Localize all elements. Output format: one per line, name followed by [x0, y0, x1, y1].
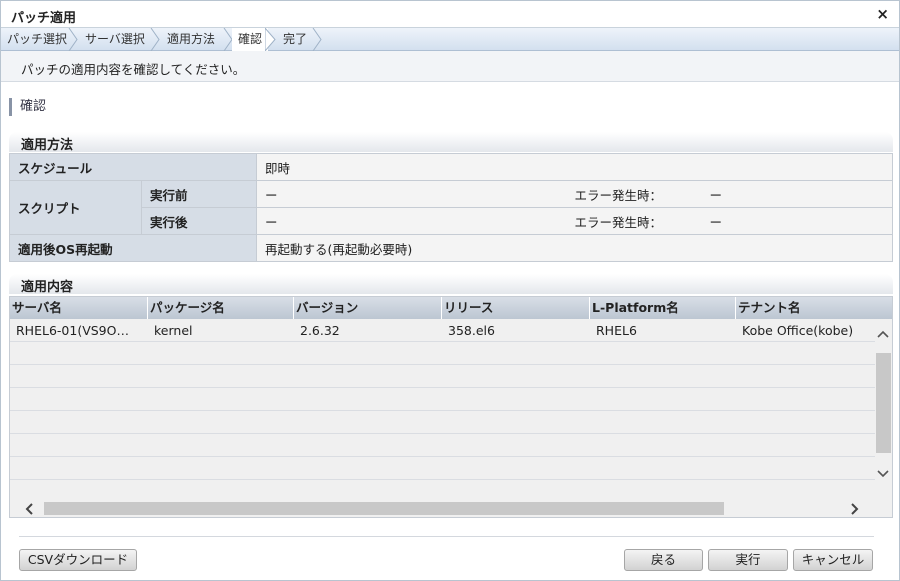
col-version[interactable]: バージョン	[294, 297, 442, 319]
step-separator-active-icon	[265, 28, 276, 51]
method-table: スケジュール 即時 スクリプト 実行前 ー エラー発生時： ー 実行後 ー エラー…	[9, 153, 893, 262]
csv-download-button[interactable]: CSVダウンロード	[19, 549, 137, 571]
method-group-header: 適用方法	[9, 132, 893, 153]
step-separator-icon	[150, 28, 160, 51]
horizontal-scroll-thumb[interactable]	[44, 502, 724, 515]
pre-error-label: エラー発生時：	[574, 187, 663, 203]
chevron-up-icon[interactable]	[877, 329, 889, 339]
empty-row	[10, 411, 876, 434]
cell-server-name: RHEL6-01(VS9O…	[16, 323, 129, 338]
step-separator-icon	[68, 28, 78, 51]
post-script-value: ー	[256, 207, 567, 235]
cell-lplatform-name: RHEL6	[596, 323, 637, 338]
instruction-message: パッチの適用内容を確認してください。	[21, 62, 246, 77]
dialog-title: パッチ適用	[11, 11, 77, 26]
cell-version: 2.6.32	[300, 323, 340, 338]
schedule-label: スケジュール	[9, 153, 257, 181]
col-lplatform-name[interactable]: L-Platform名	[590, 297, 736, 319]
reboot-label: 適用後OS再起動	[9, 234, 257, 262]
pre-script-value: ー	[256, 180, 567, 208]
empty-row	[10, 365, 876, 388]
schedule-value: 即時	[256, 153, 893, 181]
empty-row	[10, 434, 876, 457]
cell-package-name: kernel	[154, 323, 193, 338]
col-release[interactable]: リリース	[442, 297, 590, 319]
grid-header: サーバ名 パッケージ名 バージョン リリース L-Platform名 テナント名	[10, 297, 892, 319]
post-error-cell: エラー発生時： ー	[566, 207, 893, 235]
content-grid[interactable]: サーバ名 パッケージ名 バージョン リリース L-Platform名 テナント名…	[9, 296, 893, 518]
wizard-steps: パッチ選択 サーバ選択 適用方法 確認 完了	[1, 28, 899, 51]
col-tenant-name[interactable]: テナント名	[736, 297, 892, 319]
back-button[interactable]: 戻る	[624, 549, 703, 571]
post-error-value: ー	[709, 214, 723, 230]
horizontal-scrollbar[interactable]	[10, 500, 892, 517]
footer-divider	[19, 536, 874, 537]
step-separator-icon	[312, 28, 322, 51]
wizard-step-confirm: 確認	[232, 28, 268, 51]
dialog-titlebar: パッチ適用 ×	[1, 1, 899, 28]
patch-apply-dialog: パッチ適用 × パッチ選択 サーバ選択 適用方法 確認 完了 パッチの適用内容を…	[0, 0, 900, 581]
cancel-button[interactable]: キャンセル	[793, 549, 873, 571]
col-package-name[interactable]: パッケージ名	[148, 297, 294, 319]
cell-release: 358.el6	[448, 323, 495, 338]
message-bar: パッチの適用内容を確認してください。	[1, 51, 899, 82]
empty-row	[10, 388, 876, 411]
table-row[interactable]: RHEL6-01(VS9O… kernel 2.6.32 358.el6 RHE…	[10, 319, 876, 342]
empty-row	[10, 342, 876, 365]
chevron-left-icon[interactable]	[24, 503, 34, 515]
chevron-down-icon[interactable]	[877, 469, 889, 479]
pre-error-value: ー	[709, 187, 723, 203]
reboot-value: 再起動する(再起動必要時)	[256, 234, 893, 262]
post-script-label: 実行後	[141, 207, 257, 235]
wizard-step-method: 適用方法	[167, 32, 216, 46]
cell-tenant-name: Kobe Office(kobe)	[742, 323, 854, 338]
col-server-name[interactable]: サーバ名	[10, 297, 148, 319]
chevron-right-icon[interactable]	[850, 503, 860, 515]
post-error-label: エラー発生時：	[574, 214, 663, 230]
pre-error-cell: エラー発生時： ー	[566, 180, 893, 208]
content-group-header: 適用内容	[9, 274, 893, 295]
vertical-scrollbar[interactable]	[875, 319, 892, 495]
wizard-step-server-select: サーバ選択	[85, 32, 145, 46]
pre-script-label: 実行前	[141, 180, 257, 208]
section-title: 確認	[9, 98, 46, 116]
empty-row	[10, 457, 876, 480]
execute-button[interactable]: 実行	[708, 549, 788, 571]
close-icon[interactable]: ×	[876, 5, 889, 23]
script-label: スクリプト	[9, 180, 142, 235]
vertical-scroll-thumb[interactable]	[876, 353, 891, 453]
wizard-step-patch-select: パッチ選択	[7, 32, 68, 46]
